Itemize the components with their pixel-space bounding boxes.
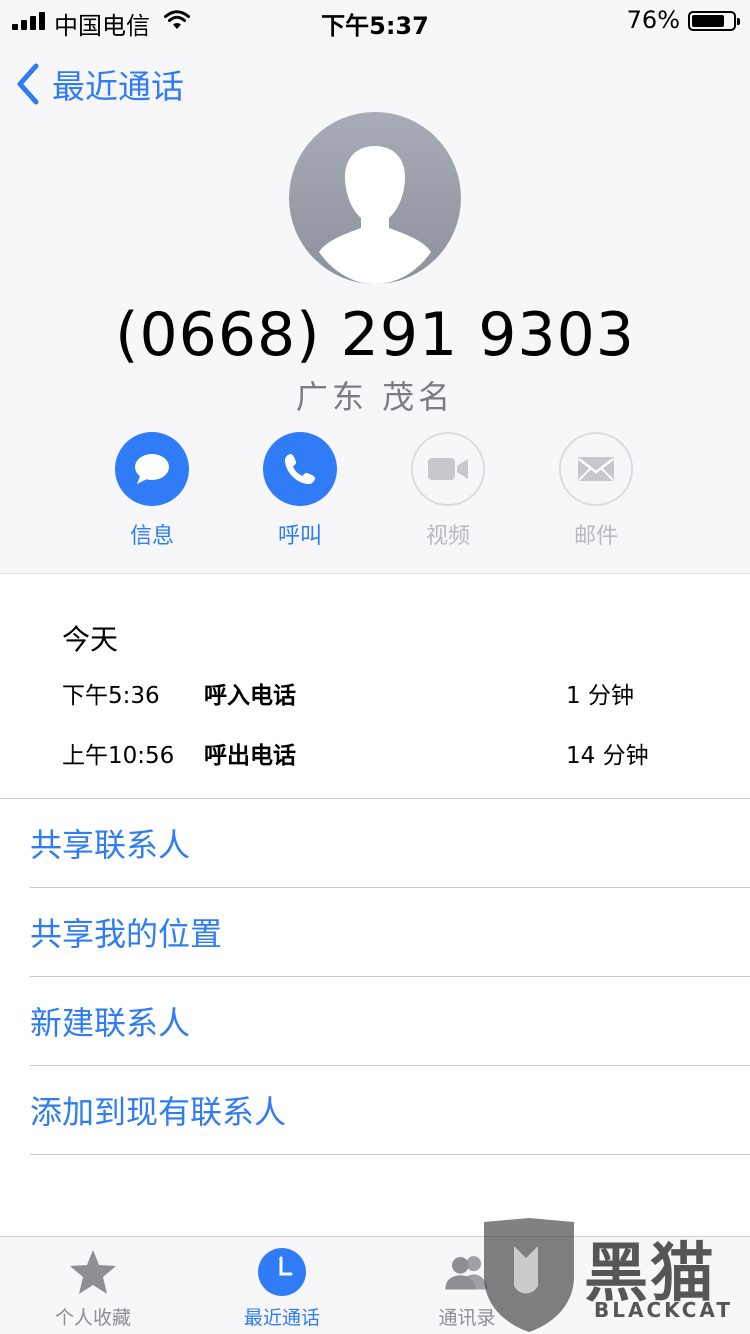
video-icon: [428, 458, 468, 480]
battery-icon: [688, 11, 740, 31]
star-icon: [70, 1250, 116, 1294]
share-contact-button[interactable]: 共享联系人: [30, 799, 750, 887]
call-history-row: 上午10:56 呼出电话 14 分钟: [62, 736, 702, 776]
call-label: 呼叫: [277, 524, 322, 549]
tab-label: 个人收藏: [54, 1307, 131, 1329]
tab-favorites[interactable]: 个人收藏: [18, 1237, 168, 1334]
tab-label: 最近通话: [243, 1307, 320, 1329]
phone-number: (0668) 291 9303: [115, 300, 635, 370]
blackcat-watermark: 黑猫 BLACKCAT: [474, 1216, 750, 1334]
clock-icon: [258, 1248, 306, 1296]
contact-header: 中国电信 下午5:37 76% 最近通话 (0668) 291 9303 广东 …: [0, 0, 750, 574]
mail-icon: [578, 457, 614, 481]
call-duration: 14 分钟: [566, 743, 649, 769]
contact-actions: 信息 呼叫 视频 邮件: [0, 432, 750, 552]
video-button[interactable]: 视频: [388, 432, 508, 550]
video-label: 视频: [425, 524, 470, 549]
call-button[interactable]: 呼叫: [240, 432, 360, 550]
call-duration: 1 分钟: [566, 683, 634, 709]
option-divider: [30, 1154, 750, 1155]
phone-icon: [285, 454, 315, 484]
message-button[interactable]: 信息: [92, 432, 212, 550]
tab-recents[interactable]: 最近通话: [207, 1237, 357, 1334]
back-button-label: 最近通话: [52, 67, 184, 106]
chevron-left-icon: [17, 63, 39, 105]
avatar: [289, 112, 461, 284]
call-history-row: 下午5:36 呼入电话 1 分钟: [62, 676, 702, 716]
person-silhouette-icon: [319, 146, 431, 284]
status-bar: 中国电信 下午5:37 76%: [0, 0, 750, 40]
call-type: 呼入电话: [204, 683, 296, 709]
cat-shield-logo-icon: [484, 1218, 574, 1332]
watermark-subtext: BLACKCAT: [594, 1298, 733, 1322]
mail-button[interactable]: 邮件: [536, 432, 656, 550]
message-icon: [135, 454, 169, 484]
history-title: 今天: [62, 623, 119, 656]
call-time: 下午5:36: [62, 683, 160, 709]
new-contact-button[interactable]: 新建联系人: [30, 977, 750, 1065]
call-time: 上午10:56: [62, 743, 175, 769]
mail-label: 邮件: [573, 524, 618, 549]
back-button[interactable]: 最近通话: [14, 62, 184, 106]
add-to-existing-contact-button[interactable]: 添加到现有联系人: [30, 1066, 750, 1154]
battery-percent: 76%: [626, 6, 680, 34]
message-label: 信息: [129, 524, 174, 549]
share-location-button[interactable]: 共享我的位置: [30, 888, 750, 976]
phone-location: 广东 茂名: [295, 378, 455, 416]
call-type: 呼出电话: [204, 743, 296, 769]
